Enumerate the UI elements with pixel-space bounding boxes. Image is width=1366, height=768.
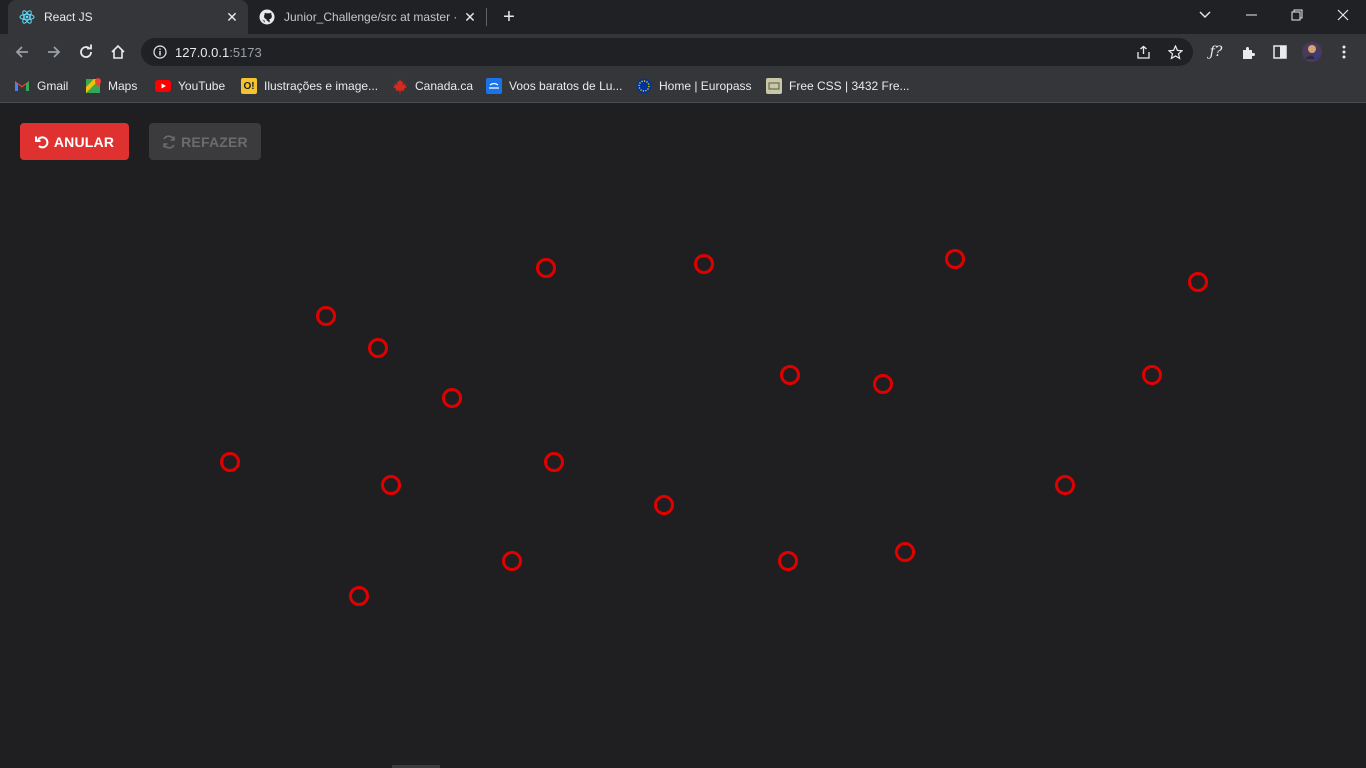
tab-search-chevron-icon[interactable] xyxy=(1182,0,1228,30)
click-circle xyxy=(349,586,369,606)
tab-react-js[interactable]: React JS ✕ xyxy=(8,0,248,34)
bookmark-illustrations[interactable]: O! Ilustrações e image... xyxy=(241,76,378,96)
tab-github[interactable]: Junior_Challenge/src at master · c ✕ xyxy=(250,0,486,34)
new-tab-icon[interactable]: + xyxy=(498,6,520,28)
flights-icon xyxy=(486,78,502,94)
bookmark-label: Maps xyxy=(108,79,138,93)
bookmark-label: Free CSS | 3432 Fre... xyxy=(789,79,910,93)
bookmark-gmail[interactable]: Gmail xyxy=(14,76,68,96)
app-canvas[interactable]: ANULAR REFAZER xyxy=(0,103,1366,768)
bookmark-label: Ilustrações e image... xyxy=(264,79,379,93)
click-circle xyxy=(654,495,674,515)
redo-icon xyxy=(163,134,175,149)
formula-extension-icon[interactable]: ƒ? xyxy=(1202,38,1230,66)
tab-close-icon[interactable]: ✕ xyxy=(460,7,480,27)
undo-button[interactable]: ANULAR xyxy=(20,123,129,160)
restore-icon[interactable] xyxy=(1274,0,1320,30)
undo-icon xyxy=(34,135,49,148)
close-window-icon[interactable] xyxy=(1320,0,1366,30)
click-circle xyxy=(945,249,965,269)
minimize-icon[interactable] xyxy=(1228,0,1274,30)
github-icon xyxy=(258,8,276,26)
bookmark-label: Home | Europass xyxy=(659,79,752,93)
url-port: :5173 xyxy=(229,44,262,60)
url-host: 127.0.0.1 xyxy=(175,44,230,60)
click-circle xyxy=(895,542,915,562)
reload-icon[interactable] xyxy=(72,38,100,66)
click-circle xyxy=(220,452,240,472)
click-circle xyxy=(536,258,556,278)
address-bar[interactable]: 127.0.0.1:5173 xyxy=(141,38,1193,66)
url-text: 127.0.0.1:5173 xyxy=(175,45,262,60)
bookmark-canada[interactable]: Canada.ca xyxy=(392,76,473,96)
ouch-icon: O! xyxy=(241,78,257,94)
click-circle xyxy=(381,475,401,495)
click-circle xyxy=(442,388,462,408)
click-circle xyxy=(544,452,564,472)
home-icon[interactable] xyxy=(104,38,132,66)
site-info-icon[interactable] xyxy=(145,45,175,59)
click-circle xyxy=(780,365,800,385)
click-circle xyxy=(1188,272,1208,292)
bookmark-star-icon[interactable] xyxy=(1161,38,1189,66)
bookmark-maps[interactable]: Maps xyxy=(85,76,137,96)
click-circle xyxy=(502,551,522,571)
tab-close-icon[interactable]: ✕ xyxy=(222,7,242,27)
bookmark-flights[interactable]: Voos baratos de Lu... xyxy=(486,76,622,96)
click-circle xyxy=(778,551,798,571)
tab-title: React JS xyxy=(44,10,93,24)
click-circle xyxy=(873,374,893,394)
youtube-icon xyxy=(155,78,171,94)
bookmark-europass[interactable]: Home | Europass xyxy=(636,76,752,96)
tab-title: Junior_Challenge/src at master · c xyxy=(284,10,460,24)
forward-icon[interactable] xyxy=(40,38,68,66)
click-circle xyxy=(1142,365,1162,385)
back-icon[interactable] xyxy=(8,38,36,66)
click-circle xyxy=(368,338,388,358)
click-circle xyxy=(316,306,336,326)
maps-icon xyxy=(85,78,101,94)
bookmark-freecss[interactable]: Free CSS | 3432 Fre... xyxy=(766,76,910,96)
browser-chrome: React JS ✕ Junior_Challenge/src at maste… xyxy=(0,0,1366,103)
bookmark-label: YouTube xyxy=(178,79,226,93)
tab-separator xyxy=(486,8,487,26)
bookmark-label: Canada.ca xyxy=(415,79,474,93)
bookmarks-bar: Gmail Maps YouTube O! Ilustrações e imag… xyxy=(0,70,1366,103)
bookmark-label: Gmail xyxy=(37,79,69,93)
canada-icon xyxy=(392,78,408,94)
redo-label: REFAZER xyxy=(181,133,248,150)
freecss-icon xyxy=(766,78,782,94)
browser-toolbar: 127.0.0.1:5173 ƒ? xyxy=(0,34,1366,70)
extensions-puzzle-icon[interactable] xyxy=(1234,38,1262,66)
click-circle xyxy=(694,254,714,274)
click-circle xyxy=(1055,475,1075,495)
bookmark-label: Voos baratos de Lu... xyxy=(509,79,623,93)
profile-avatar[interactable] xyxy=(1298,38,1326,66)
gmail-icon xyxy=(14,78,30,94)
bookmark-youtube[interactable]: YouTube xyxy=(155,76,225,96)
redo-button[interactable]: REFAZER xyxy=(149,123,261,160)
tab-strip: React JS ✕ Junior_Challenge/src at maste… xyxy=(0,0,1366,34)
share-icon[interactable] xyxy=(1129,38,1157,66)
europass-icon xyxy=(636,78,652,94)
react-icon xyxy=(18,8,36,26)
browser-menu-icon[interactable] xyxy=(1330,38,1358,66)
undo-label: ANULAR xyxy=(53,133,115,150)
side-panel-icon[interactable] xyxy=(1266,38,1294,66)
